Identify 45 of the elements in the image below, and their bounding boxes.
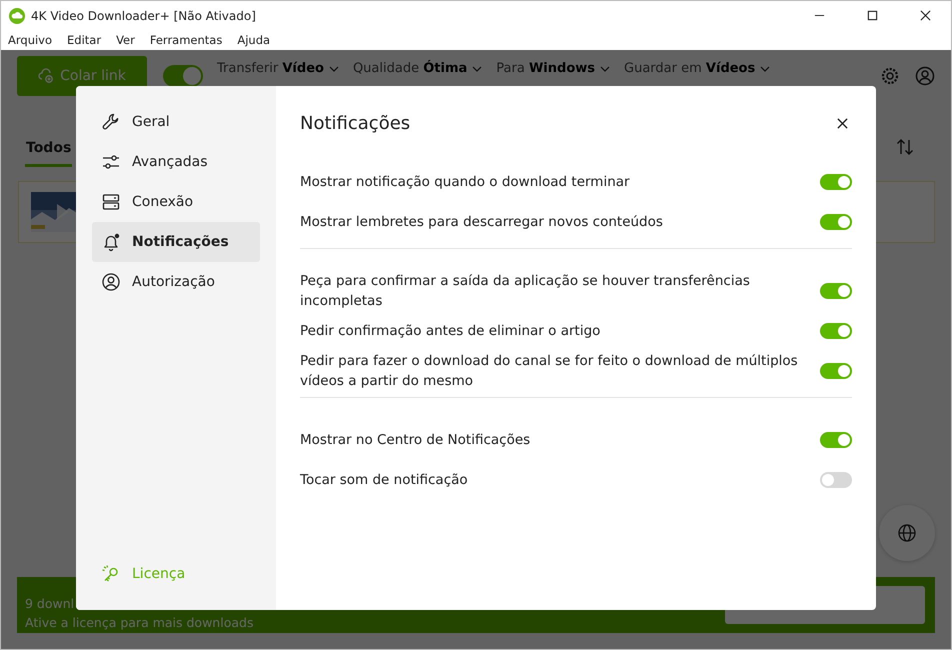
option-label: Pedir confirmação antes de eliminar o artigo [300, 322, 600, 341]
app-logo-icon [9, 8, 25, 24]
globe-icon [897, 523, 917, 543]
toggle-switch[interactable] [820, 174, 852, 190]
server-icon [101, 192, 121, 212]
caret-icon [760, 66, 770, 72]
menu-item[interactable]: Ferramentas [150, 33, 222, 47]
user-icon [101, 272, 121, 292]
option-label: Peça para confirmar a saída da aplicação se houver transferências incompletas [300, 272, 751, 311]
close-icon[interactable] [837, 118, 848, 128]
banner-title: 9 downl [25, 596, 76, 611]
settings-nav-item[interactable]: Notificações [92, 222, 260, 262]
toggle-switch[interactable] [820, 472, 852, 488]
option-label: Mostrar notificação quando o download terminar [300, 173, 630, 192]
toggle-switch[interactable] [820, 214, 852, 230]
settings-nav-item[interactable]: Avançadas [92, 142, 260, 182]
caret-icon [600, 66, 610, 72]
wrench-icon [101, 112, 121, 132]
toggle-switch[interactable] [820, 432, 852, 448]
toggle-switch[interactable] [820, 363, 852, 379]
toggle-switch[interactable] [820, 283, 852, 299]
menu-item[interactable]: Editar [67, 33, 102, 47]
caret-icon [328, 66, 339, 72]
banner-subtitle: Ative a licença para mais downloads [25, 615, 254, 630]
settings-nav-item[interactable]: Conexão [92, 182, 260, 222]
window-title: 4K Video Downloader+ [Não Ativado] [31, 8, 256, 22]
close-icon[interactable] [920, 10, 931, 21]
link-add-icon [38, 68, 54, 84]
menu-item[interactable]: Ajuda [237, 33, 270, 47]
account-icon[interactable] [915, 66, 935, 86]
option-label: Pedir para fazer o download do canal se for feito o download de múltiplos vídeos a partir do mesmo [300, 352, 799, 391]
option-label: Tocar som de notificação [300, 471, 468, 490]
settings-nav-item[interactable]: Geral [92, 102, 260, 142]
option-label: Mostrar lembretes para descarregar novos conteúdos [300, 213, 663, 232]
settings-icon[interactable] [880, 66, 900, 86]
menu-item[interactable]: Arquivo [8, 33, 52, 47]
settings-nav-item[interactable]: Autorização [92, 262, 260, 302]
caret-icon [472, 66, 482, 72]
smart-mode-toggle[interactable] [163, 65, 203, 87]
maximize-icon[interactable] [867, 10, 878, 21]
menu-item[interactable]: Ver [116, 33, 135, 47]
dialog-title: Notificações [300, 112, 410, 134]
sort-icon[interactable] [895, 137, 915, 157]
toggle-switch[interactable] [820, 323, 852, 339]
option-label: Mostrar no Centro de Notificações [300, 431, 530, 450]
